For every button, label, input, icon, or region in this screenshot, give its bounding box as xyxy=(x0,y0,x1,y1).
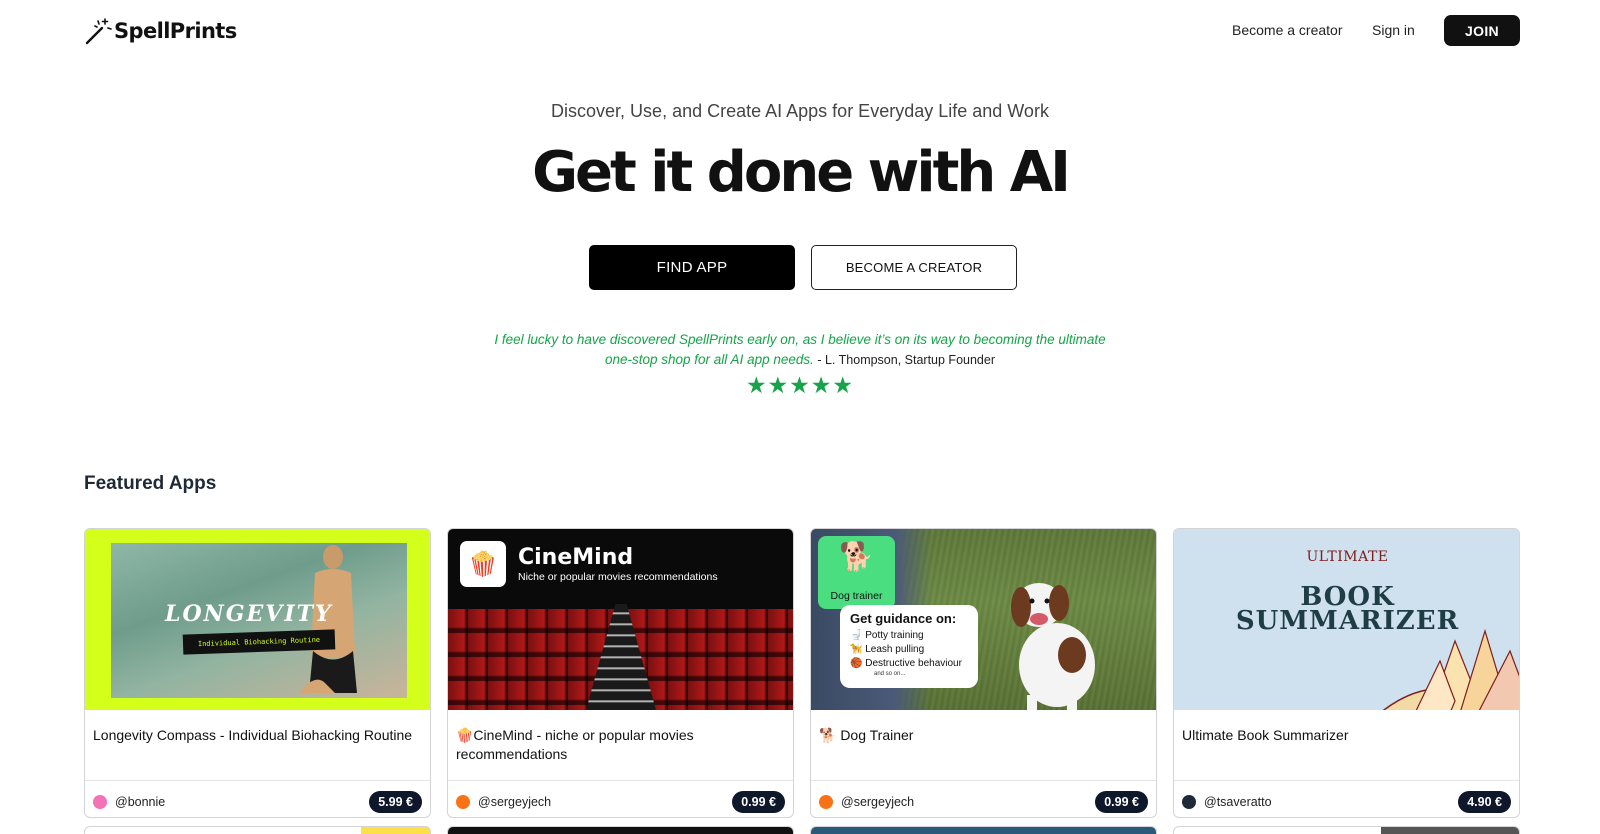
nav-sign-in-link[interactable]: Sign in xyxy=(1372,22,1415,38)
cinemind-subtitle: Niche or popular movies recommendations xyxy=(518,571,718,583)
author-avatar xyxy=(819,795,833,809)
featured-apps-heading: Featured Apps xyxy=(84,473,217,494)
longevity-wordmark: LONGEVITY xyxy=(165,601,333,627)
magic-wand-icon xyxy=(85,18,112,45)
app-title: Longevity Compass - Individual Biohackin… xyxy=(93,727,413,743)
app-card-longevity[interactable]: LONGEVITY Individual Biohacking Routine … xyxy=(84,528,431,818)
cinemind-name: CineMind xyxy=(518,545,634,570)
card-divider xyxy=(85,780,430,781)
guidance-more: and so on... xyxy=(874,671,906,677)
author-handle[interactable]: @tsaveratto xyxy=(1204,795,1272,809)
author-avatar xyxy=(1182,795,1196,809)
price-badge: 0.99 € xyxy=(732,791,785,813)
next-row-card[interactable] xyxy=(447,826,794,834)
brand-name: SpellPrints xyxy=(114,19,237,43)
top-header: SpellPrints Become a creator Sign in JOI… xyxy=(0,0,1600,62)
rating-stars: ★★★★★ xyxy=(745,372,855,398)
app-title: 🐕 Dog Trainer xyxy=(819,727,914,743)
price-badge: 5.99 € xyxy=(369,791,422,813)
card-footer: @sergeyjech 0.99 € xyxy=(456,790,785,814)
card-divider xyxy=(1174,780,1519,781)
app-title: Ultimate Book Summarizer xyxy=(1182,727,1349,743)
open-book-illustration xyxy=(1382,628,1519,710)
testimonial-author: - L. Thompson, Startup Founder xyxy=(813,353,995,367)
testimonial-quote: I feel lucky to have discovered SpellPri… xyxy=(480,330,1120,370)
card-divider xyxy=(448,780,793,781)
price-badge: 4.90 € xyxy=(1458,791,1511,813)
app-title: 🍿CineMind - niche or popular movies reco… xyxy=(456,727,694,762)
app-thumbnail: 🐕 Dog trainer Get guidance on: 🚽 Potty t… xyxy=(811,529,1156,710)
next-row-card[interactable] xyxy=(1173,826,1520,834)
guidance-box: Get guidance on: 🚽 Potty training 🦮 Leas… xyxy=(840,605,978,688)
guidance-item: 🦮 Leash pulling xyxy=(850,644,925,655)
app-card-dog-trainer[interactable]: 🐕 Dog trainer Get guidance on: 🚽 Potty t… xyxy=(810,528,1157,818)
app-thumbnail: 🍿 CineMind Niche or popular movies recom… xyxy=(448,529,793,710)
app-thumbnail: LONGEVITY Individual Biohacking Routine xyxy=(85,529,430,710)
app-card-cinemind[interactable]: 🍿 CineMind Niche or popular movies recom… xyxy=(447,528,794,818)
become-creator-button[interactable]: BECOME A CREATOR xyxy=(811,245,1017,290)
card-divider xyxy=(811,780,1156,781)
guidance-item: 🏀 Destructive behaviour xyxy=(850,658,962,669)
price-badge: 0.99 € xyxy=(1095,791,1148,813)
app-card-book-summarizer[interactable]: ULTIMATE BOOK SUMMARIZER Ultimate Book S… xyxy=(1173,528,1520,818)
dog-trainer-badge: 🐕 Dog trainer xyxy=(818,536,895,609)
dog-trainer-label: Dog trainer xyxy=(830,590,883,602)
nav-become-creator-link[interactable]: Become a creator xyxy=(1232,22,1343,38)
app-thumbnail: ULTIMATE BOOK SUMMARIZER xyxy=(1174,529,1519,710)
author-handle[interactable]: @bonnie xyxy=(115,795,165,809)
card-footer: @bonnie 5.99 € xyxy=(93,790,422,814)
hero-subtitle: Discover, Use, and Create AI Apps for Ev… xyxy=(551,101,1049,121)
hero-title: Get it done with AI xyxy=(532,140,1071,205)
card-footer: @sergeyjech 0.99 € xyxy=(819,790,1148,814)
popcorn-icon: 🍿 xyxy=(460,541,506,587)
guidance-title: Get guidance on: xyxy=(850,611,957,626)
author-handle[interactable]: @sergeyjech xyxy=(478,795,551,809)
author-avatar xyxy=(93,795,107,809)
testimonial-text: I feel lucky to have discovered SpellPri… xyxy=(494,332,1106,367)
dog-icon: 🐕 xyxy=(839,541,874,572)
book-thumb-top-text: ULTIMATE xyxy=(1306,549,1389,565)
next-row-card[interactable] xyxy=(84,826,431,834)
find-app-button[interactable]: FIND APP xyxy=(589,245,795,290)
brand-logo[interactable]: SpellPrints xyxy=(84,16,237,46)
guidance-item: 🚽 Potty training xyxy=(850,630,924,641)
spaniel-dog-image xyxy=(1011,583,1095,710)
next-row-card[interactable] xyxy=(810,826,1157,834)
join-button[interactable]: JOIN xyxy=(1444,15,1520,46)
card-footer: @tsaveratto 4.90 € xyxy=(1182,790,1511,814)
featured-apps-grid: LONGEVITY Individual Biohacking Routine … xyxy=(84,528,1520,818)
author-handle[interactable]: @sergeyjech xyxy=(841,795,914,809)
author-avatar xyxy=(456,795,470,809)
